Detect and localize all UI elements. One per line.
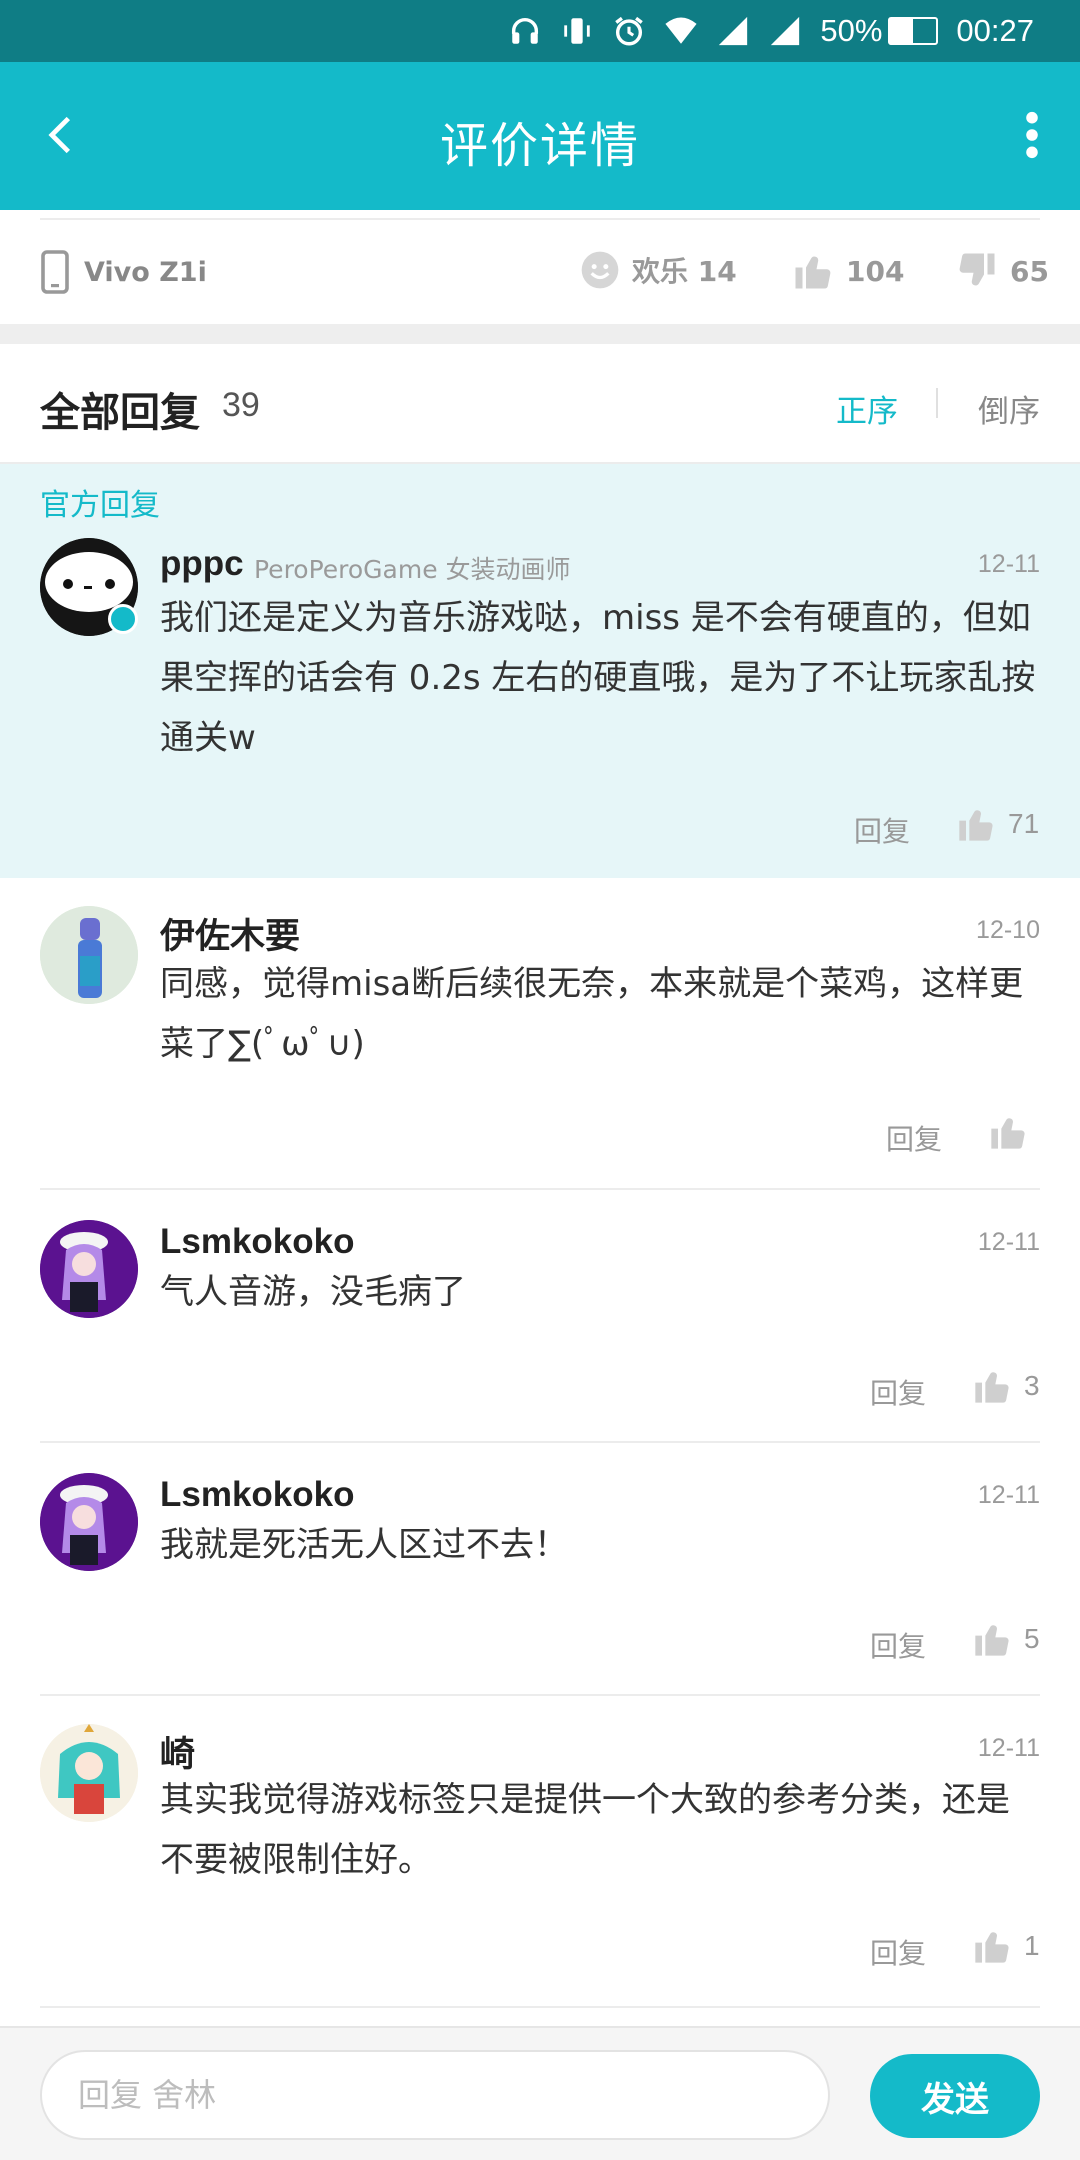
app-bar: 评价详情	[0, 62, 1080, 210]
vibrate-icon	[560, 14, 594, 48]
device-name: Vivo Z1i	[84, 256, 207, 288]
wifi-icon	[664, 14, 698, 48]
battery-icon	[888, 17, 939, 45]
thumbs-up-icon	[975, 1932, 1009, 1963]
more-options-button[interactable]	[1002, 100, 1062, 170]
comment-text: 我们还是定义为音乐游戏哒，miss 是不会有硬直的，但如果空挥的话会有 0.2s…	[160, 598, 1036, 758]
divider	[936, 388, 938, 418]
official-reply: 官方回复 pppc PeroPeroGame 女装动画师 12-11 我们还是定…	[0, 464, 1080, 878]
commenter-name[interactable]: Lsmkokoko	[160, 1475, 355, 1515]
section-separator	[0, 324, 1080, 344]
comment-date: 12-11	[977, 1734, 1040, 1762]
comment-text: 气人音游，没毛病了	[160, 1272, 466, 1312]
avatar-image	[40, 1473, 138, 1571]
comment-date: 12-11	[977, 1481, 1040, 1509]
comment-text: 同感，觉得misa断后续很无奈，本来就是个菜鸡，这样更菜了∑(ﾟωﾟ∪)	[160, 964, 1024, 1064]
comment-like-count: 5	[1024, 1623, 1040, 1654]
comment-like-count: 1	[1024, 1930, 1040, 1961]
clock: 00:27	[956, 13, 1034, 48]
replies-count: 39	[222, 386, 260, 424]
comment-like-button[interactable]: 71	[956, 804, 1039, 844]
comment-text: 我就是死活无人区过不去！	[160, 1525, 568, 1565]
comment-like-button[interactable]: 3	[972, 1366, 1040, 1406]
replies-header: 全部回复 39 正序 倒序	[0, 344, 1080, 464]
avatar[interactable]	[40, 1473, 138, 1571]
battery-indicator: 50%	[820, 13, 939, 49]
reply-bar: 发送	[0, 2026, 1080, 2160]
sort-ascending-tab[interactable]: 正序	[836, 386, 898, 431]
divider	[40, 2006, 1040, 2008]
battery-level	[890, 19, 914, 43]
avatar-image	[40, 1724, 138, 1822]
signal-icon	[768, 14, 802, 48]
more-vertical-icon	[1026, 111, 1038, 159]
avatar[interactable]	[40, 1220, 138, 1318]
comment-item: Lsmkokoko 12-11 我就是死活无人区过不去！ 回复 5	[0, 1443, 1080, 1695]
comment-item: Lsmkokoko 12-11 气人音游，没毛病了 回复 3	[0, 1190, 1080, 1442]
avatar[interactable]	[40, 906, 138, 1004]
official-reply-label: 官方回复	[40, 488, 160, 523]
status-bar: 50% 00:27	[0, 0, 1080, 62]
fun-count: 欢乐 14	[632, 255, 737, 288]
comment-like-count: 3	[1024, 1370, 1040, 1401]
divider	[40, 218, 1040, 220]
signal-icon	[716, 14, 750, 48]
thumbs-up-icon	[959, 810, 993, 841]
review-meta-row: Vivo Z1i 欢乐 14 104 65	[0, 210, 1080, 324]
comment-item: 崎 12-11 其实我觉得游戏标签只是提供一个大致的参考分类，还是不要被限制住好…	[0, 1696, 1080, 2008]
comment-like-button[interactable]: 5	[972, 1619, 1040, 1659]
avatar[interactable]	[40, 1724, 138, 1822]
dislike-count: 65	[1010, 254, 1049, 288]
reply-button[interactable]: 回复	[854, 810, 910, 850]
thumbs-up-icon	[991, 1118, 1025, 1149]
commenter-name[interactable]: pppc	[160, 544, 244, 584]
avatar-image	[40, 1220, 138, 1318]
commenter-title: PeroPeroGame 女装动画师	[254, 555, 571, 584]
like-button[interactable]: 104	[792, 250, 904, 292]
alarm-icon	[612, 14, 646, 48]
reply-input[interactable]	[40, 2050, 830, 2140]
comment-date: 12-10	[976, 916, 1040, 944]
thumbs-up-icon	[975, 1625, 1009, 1656]
comment-like-button[interactable]	[988, 1112, 1040, 1152]
reply-button[interactable]: 回复	[870, 1932, 926, 1972]
thumbs-up-icon	[795, 256, 831, 289]
dislike-button[interactable]: 65	[956, 250, 1049, 292]
comment-text: 其实我觉得游戏标签只是提供一个大致的参考分类，还是不要被限制住好。	[160, 1780, 1010, 1880]
reply-button[interactable]: 回复	[870, 1372, 926, 1412]
send-button[interactable]: 发送	[870, 2054, 1040, 2138]
replies-title: 全部回复	[40, 390, 200, 436]
comment-date: 12-11	[977, 550, 1040, 578]
comment-item: 伊佐木要 12-10 同感，觉得misa断后续很无奈，本来就是个菜鸡，这样更菜了…	[0, 878, 1080, 1190]
thumbs-up-icon	[975, 1372, 1009, 1403]
battery-percent: 50%	[820, 13, 883, 48]
commenter-name[interactable]: Lsmkokoko	[160, 1222, 355, 1262]
reply-button[interactable]: 回复	[870, 1625, 926, 1665]
comment-like-button[interactable]: 1	[972, 1926, 1040, 1966]
avatar-image	[40, 906, 138, 1004]
device-info: Vivo Z1i	[40, 250, 207, 294]
headphones-icon	[508, 14, 542, 48]
smiley-icon	[581, 251, 619, 289]
sort-descending-tab[interactable]: 倒序	[978, 386, 1040, 431]
thumbs-down-icon	[959, 253, 995, 286]
comment-like-count: 71	[1008, 808, 1040, 839]
verified-badge-icon	[108, 604, 138, 634]
comment-date: 12-11	[977, 1228, 1040, 1256]
like-count: 104	[846, 254, 905, 288]
reply-button[interactable]: 回复	[886, 1118, 942, 1158]
phone-icon	[41, 250, 69, 294]
page-title: 评价详情	[439, 118, 640, 174]
commenter-name[interactable]: 伊佐木要	[160, 908, 300, 959]
fun-reaction[interactable]: 欢乐 14	[580, 250, 737, 290]
